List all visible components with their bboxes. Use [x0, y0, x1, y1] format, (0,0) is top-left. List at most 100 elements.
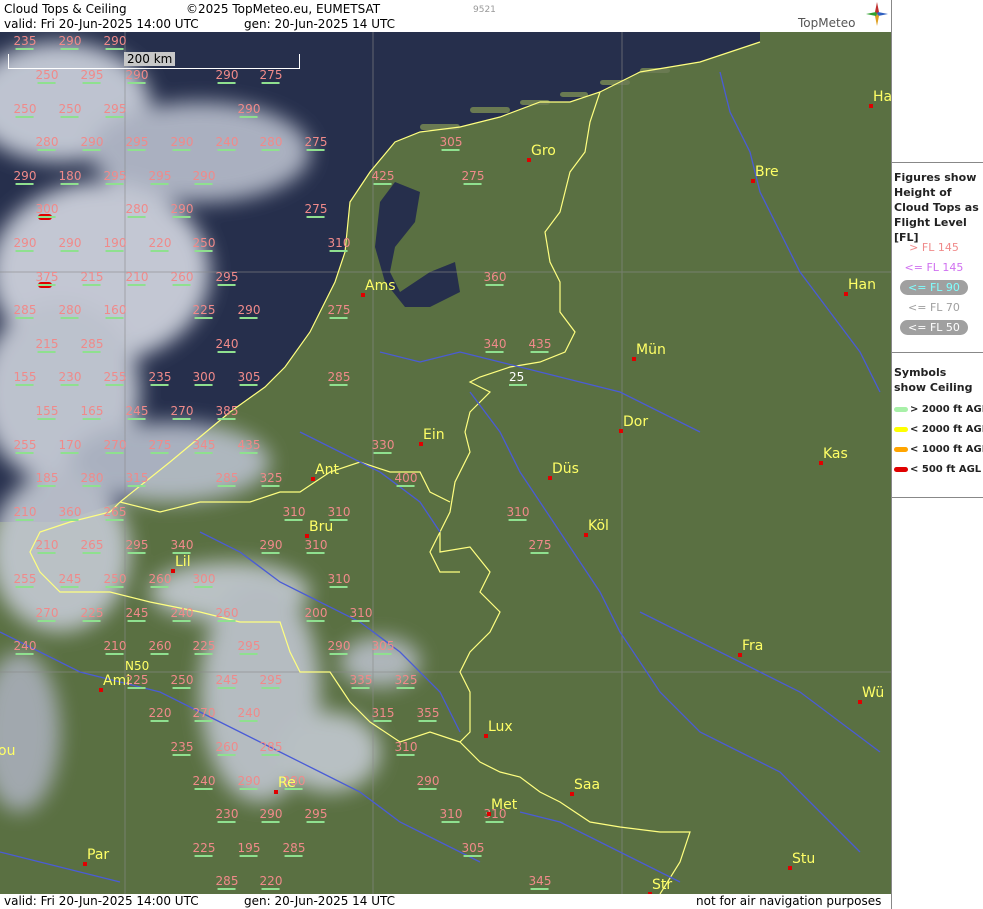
- cloud-top-label: 325: [259, 471, 283, 485]
- legend-divider: [891, 162, 983, 163]
- cloud-top-label: 165: [80, 404, 104, 418]
- city-label: Met: [491, 797, 518, 813]
- cloud-top-label: 210: [125, 270, 149, 284]
- satellite-map[interactable]: 200 km N50 235 290 290 250 295 290 290 275 250 25…: [0, 32, 891, 894]
- cloud-top-label: 295: [148, 169, 172, 183]
- cloud-top-label: 305: [237, 370, 261, 384]
- city-label: Lux: [488, 719, 513, 735]
- cloud-top-label: 360: [483, 270, 507, 284]
- cloud-top-label: 285: [80, 337, 104, 351]
- scale-bar-label: 200 km: [124, 52, 176, 66]
- cloud-top-label: 280: [259, 135, 283, 149]
- cloud-top-label: 345: [192, 438, 216, 452]
- cloud-top-label: 160: [103, 303, 127, 317]
- cloud-top-label: 235: [170, 740, 194, 754]
- cloud-top-label: 225: [192, 303, 216, 317]
- cloud-top-label: 290: [58, 236, 82, 250]
- cloud-top-label: 295: [259, 673, 283, 687]
- cloud-top-label: 295: [215, 270, 239, 284]
- cloud-top-label: 400: [394, 471, 418, 485]
- cloud-top-label: 310: [282, 505, 306, 519]
- cloud-top-label: 265: [80, 538, 104, 552]
- cloud-top-label: 245: [125, 404, 149, 418]
- header-bar: Cloud Tops & Ceiling ©2025 TopMeteo.eu, …: [0, 0, 891, 32]
- cloud-top-label: 290: [58, 34, 82, 48]
- city-label: Stu: [792, 851, 816, 867]
- city-label: Wü: [862, 685, 885, 701]
- cloud-top-label: 235: [148, 370, 172, 384]
- city-label: Gro: [531, 143, 556, 159]
- cloud-top-label: 385: [215, 404, 239, 418]
- cloud-top-label: 240: [237, 706, 261, 720]
- city-label: Bru: [309, 519, 334, 535]
- cloud-top-label: 285: [215, 471, 239, 485]
- legend-symbol-label: > 2000 ft AGL: [910, 404, 983, 415]
- city-label: Mün: [636, 342, 666, 358]
- cloud-top-label: 290: [125, 68, 149, 82]
- cloud-top-label-low: 25: [509, 371, 527, 386]
- cloud-top-label: 255: [103, 370, 127, 384]
- cloud-top-label: 250: [35, 68, 59, 82]
- cloud-top-label: 240: [170, 606, 194, 620]
- cloud-top-label: 220: [148, 706, 172, 720]
- city-label: Düs: [552, 461, 579, 477]
- city-label: Köl: [588, 518, 609, 534]
- cloud-top-label: 270: [35, 606, 59, 620]
- cloud-top-label: 155: [13, 370, 37, 384]
- cloud-top-label: 260: [170, 270, 194, 284]
- legend-level-item: > FL 145: [909, 241, 959, 254]
- copyright: ©2025 TopMeteo.eu, EUMETSAT: [186, 2, 381, 16]
- cloud-top-label: 435: [237, 438, 261, 452]
- cloud-top-label: 240: [192, 774, 216, 788]
- cloud-top-label: 280: [125, 202, 149, 216]
- cloud-top-label: 290: [170, 202, 194, 216]
- ceiling-swatch-icon: [894, 426, 908, 432]
- cloud-top-label: 280: [58, 303, 82, 317]
- cloud-top-label: 270: [192, 706, 216, 720]
- gen-time: gen: 20-Jun-2025 14 UTC: [244, 17, 396, 31]
- cloud-top-label: 425: [371, 169, 395, 183]
- cloud-top-label: 190: [103, 236, 127, 250]
- footer-bar: valid: Fri 20-Jun-2025 14:00 UTC gen: 20…: [0, 894, 891, 909]
- cloud-top-label: 300: [192, 572, 216, 586]
- cloud-top-label: 315: [125, 471, 149, 485]
- cloud-top-label: 170: [58, 438, 82, 452]
- city-label: Re: [278, 775, 296, 791]
- cloud-top-label: 245: [215, 673, 239, 687]
- cloud-top-label: 290: [103, 34, 127, 48]
- cloud-top-label: 310: [506, 505, 530, 519]
- cloud-top-label: 195: [237, 841, 261, 855]
- cloud-top-label: 220: [148, 236, 172, 250]
- cloud-top-label: 275: [327, 303, 351, 317]
- cloud-top-label: 290: [237, 303, 261, 317]
- cloud-top-label: 180: [58, 169, 82, 183]
- city-label: ou: [0, 743, 16, 759]
- cloud-top-label: 295: [125, 135, 149, 149]
- cloud-top-label: 210: [103, 639, 127, 653]
- cloud-top-label: 310: [394, 740, 418, 754]
- cloud-top-label: 250: [103, 572, 127, 586]
- cloud-top-label: 275: [304, 202, 328, 216]
- cloud-top-label: 310: [327, 236, 351, 250]
- ceiling-swatch-icon: [894, 406, 908, 412]
- disclaimer: not for air navigation purposes: [696, 894, 882, 908]
- footer-gen-time: gen: 20-Jun-2025 14 UTC: [244, 894, 396, 908]
- city-label: Ami: [103, 673, 131, 689]
- cloud-top-label: 285: [259, 740, 283, 754]
- cloud-top-label: 290: [237, 102, 261, 116]
- cloud-top-label: 435: [528, 337, 552, 351]
- cloud-top-label: 225: [192, 841, 216, 855]
- legend-level-item: <= FL 70: [908, 301, 960, 314]
- legend-level-item: <= FL 50: [900, 320, 968, 335]
- cloud-top-label: 290: [192, 169, 216, 183]
- cloud-top-label: 250: [170, 673, 194, 687]
- legend-tops-title: Figures show Height of Cloud Tops as Fli…: [894, 171, 979, 244]
- city-label: Ams: [365, 278, 396, 294]
- cloud-top-label: 300: [35, 202, 59, 216]
- cloud-top-label: 335: [349, 673, 373, 687]
- cloud-top-label: 285: [215, 874, 239, 888]
- cloud-top-label: 215: [35, 337, 59, 351]
- city-label: Bre: [755, 164, 779, 180]
- cloud-top-label: 295: [237, 639, 261, 653]
- cloud-top-label: 260: [215, 606, 239, 620]
